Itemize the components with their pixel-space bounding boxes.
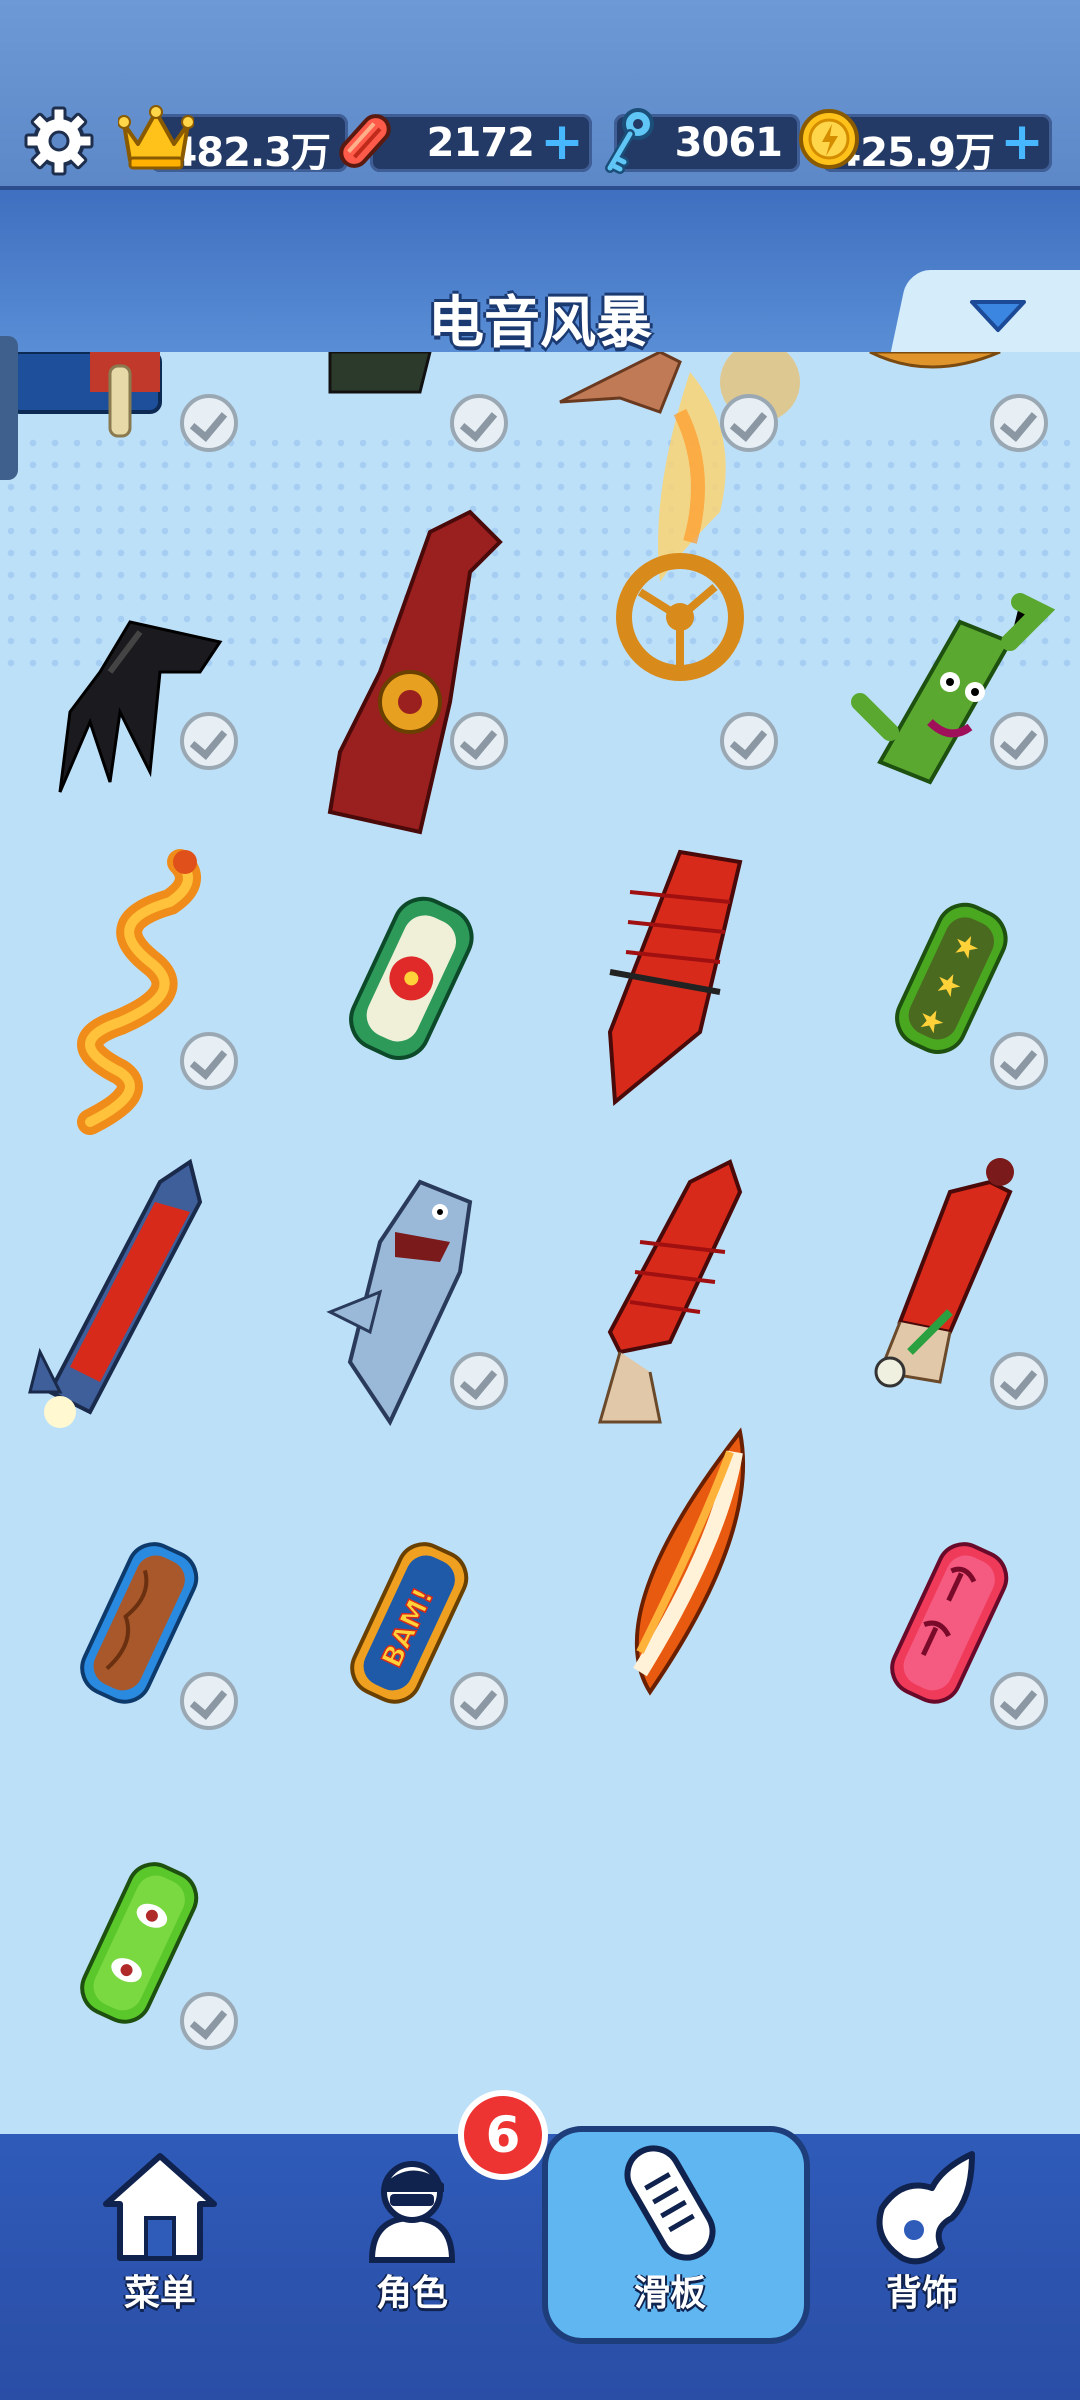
pink-palm-art [890,1542,1009,1704]
owned-check-icon [990,1352,1048,1410]
cactus-board[interactable] [810,532,1080,852]
character-notification-badge: 6 [458,2090,548,2180]
owned-check-icon [180,1992,238,2050]
crown-icon [118,105,194,170]
nav-menu-label: 菜单 [123,2273,196,2314]
rocket-board[interactable] [0,1142,270,1462]
owned-check-icon [450,1352,508,1410]
nav-accessory[interactable]: 背饰 [822,2134,1022,2400]
shark-board[interactable] [270,1142,540,1462]
bottom-navigation: 菜单 角色 滑板 背饰 [0,2126,1080,2400]
key-icon [605,108,654,174]
owned-check-icon [180,394,238,452]
nav-accessory-label: 背饰 [885,2273,958,2314]
shark-art [326,1179,473,1427]
item-grid: ★ ★ ★ BAM! [0,352,1080,2134]
coin-icon [799,109,859,169]
cactus-art [851,593,1056,785]
nav-character-label: 角色 [375,2273,448,2314]
owned-check-icon [720,712,778,770]
add-boards-plus-icon[interactable]: + [538,116,586,168]
fire-extinguisher-board[interactable] [810,1142,1080,1462]
golden-ring-fire-art [616,372,744,681]
owned-check-icon [180,712,238,770]
category-header: 电音风暴 [0,186,1080,356]
black-claw-art [58,620,223,793]
character-icon [368,2161,456,2263]
rocket-art [28,1158,203,1428]
red-glider-art [607,849,743,1107]
bam-art: BAM! [350,1542,469,1704]
resource-row: 482.3万 2172 + 3061 425.9万 + [0,104,1080,184]
home-icon [103,2153,217,2261]
owned-check-icon [450,1672,508,1730]
green-stars-board[interactable]: ★ ★ ★ [810,822,1080,1142]
pink-palm-board[interactable] [810,1462,1080,1782]
owned-check-icon [180,1032,238,1090]
owned-check-icon [990,712,1048,770]
owned-check-icon [450,394,508,452]
dragon-art [77,849,201,1135]
bam-board[interactable]: BAM! [270,1462,540,1782]
nav-menu[interactable]: 菜单 [60,2134,260,2400]
surfboard[interactable] [540,1392,810,1712]
keys-value: 3061 [674,120,783,166]
chevron-down-icon[interactable] [966,296,1030,336]
boards-value: 2172 [426,120,535,166]
boards-counter: 2172 + [370,114,592,172]
wood-board[interactable] [0,1462,270,1782]
left-edge-tab[interactable] [0,336,18,480]
red-glider-board[interactable] [540,792,810,1112]
status-bar: 482.3万 2172 + 3061 425.9万 + [0,0,1080,186]
nav-board[interactable]: 滑板 [570,2134,770,2400]
fire-extinguisher-art [874,1158,1014,1388]
owned-check-icon [180,1672,238,1730]
settings-gear-icon[interactable] [22,104,96,178]
owned-check-icon [450,712,508,770]
dragon-board[interactable] [0,822,270,1142]
hoverboard-currency-icon [339,114,391,168]
green-eyes-board[interactable] [0,1782,270,2102]
golden-ring-fire-board[interactable] [540,352,810,681]
surfboard-art [633,1427,746,1696]
add-coins-plus-icon[interactable]: + [998,116,1046,168]
nav-board-label: 滑板 [633,2273,706,2314]
owned-check-icon [990,1032,1048,1090]
black-claw-board[interactable] [0,532,270,852]
red-wolf-art [327,509,503,835]
owned-check-icon [990,394,1048,452]
wood-art [80,1542,199,1704]
owned-check-icon [990,1672,1048,1730]
green-stars-art: ★ ★ ★ [895,902,1008,1054]
flower-board[interactable] [270,822,540,1142]
wing-icon [876,2151,975,2265]
flower-art [349,896,474,1060]
skateboard-icon [624,2145,716,2261]
green-eyes-art [80,1862,199,2024]
